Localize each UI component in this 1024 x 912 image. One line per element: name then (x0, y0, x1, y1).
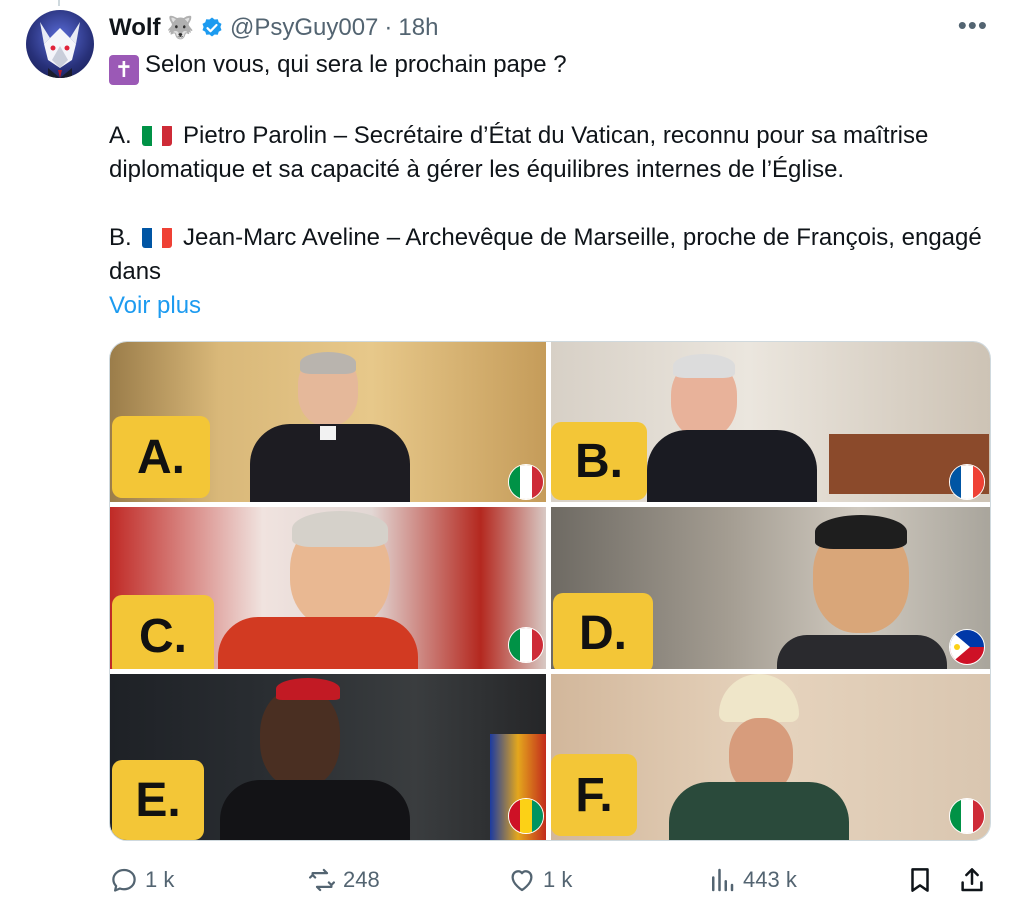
views-button[interactable]: 443 k (707, 860, 797, 900)
author-handle[interactable]: @PsyGuy007 (230, 14, 378, 42)
views-count: 443 k (743, 867, 797, 892)
photo-d[interactable]: D. (551, 507, 990, 669)
post-time[interactable]: 18h (398, 14, 438, 42)
separator-dot: · (384, 14, 393, 41)
heart-icon (511, 870, 533, 892)
france-flag-icon (142, 226, 173, 248)
post-text: ✝ Selon vous, qui sera le prochain pape ?… (109, 48, 989, 323)
avatar[interactable] (26, 10, 94, 78)
post-line-question: ✝ Selon vous, qui sera le prochain pape ? (109, 48, 989, 85)
label-e: E. (112, 760, 204, 840)
media-image-grid[interactable]: A. B. C. D. E. F. (109, 341, 991, 841)
option-b-text: B. Jean-Marc Aveline – Archevêque de Mar… (109, 224, 982, 285)
verified-badge-icon (202, 17, 222, 37)
italy-flag-icon (508, 464, 544, 500)
label-f: F. (551, 754, 637, 836)
label-d: D. (553, 593, 653, 669)
more-options-icon[interactable]: ••• (958, 10, 988, 40)
label-b: B. (551, 422, 647, 500)
photo-b[interactable]: B. (551, 342, 990, 502)
italy-flag-icon (142, 124, 173, 146)
reply-icon (112, 868, 136, 892)
like-button[interactable]: 1 k (507, 860, 572, 900)
photo-c[interactable]: C. (110, 507, 546, 669)
repost-count: 248 (343, 867, 380, 892)
reply-count: 1 k (145, 867, 175, 892)
reply-button[interactable]: 1 k (109, 860, 174, 900)
option-a-text: A. Pietro Parolin – Secrétaire d’État du… (109, 122, 929, 183)
italy-flag-icon (949, 798, 985, 834)
france-flag-icon (949, 464, 985, 500)
author-name[interactable]: Wolf (109, 14, 161, 42)
grid-divider (110, 502, 990, 507)
share-icon (961, 868, 983, 892)
share-button[interactable] (957, 860, 987, 900)
bookmark-icon (911, 868, 929, 892)
action-bar: 1 k 248 1 k 443 k (109, 860, 989, 900)
photo-e[interactable]: E. (110, 674, 546, 840)
guinea-flag-icon (508, 798, 544, 834)
post-header: Wolf 🐺 @PsyGuy007 · 18h (109, 10, 438, 46)
latin-cross-icon: ✝ (109, 55, 139, 85)
bookmark-button[interactable] (905, 860, 935, 900)
views-chart-icon (712, 868, 734, 892)
repost-icon (309, 868, 335, 892)
see-more-link[interactable]: Voir plus (109, 292, 201, 319)
label-c: C. (112, 595, 214, 669)
thread-connector (58, 0, 60, 6)
grid-divider (110, 669, 990, 674)
photo-f[interactable]: F. (551, 674, 990, 840)
like-count: 1 k (543, 867, 573, 892)
italy-flag-icon (508, 627, 544, 663)
philippines-flag-icon (949, 629, 985, 665)
grid-divider (546, 342, 551, 840)
repost-button[interactable]: 248 (307, 860, 380, 900)
photo-a[interactable]: A. (110, 342, 546, 502)
wolf-emoji-icon: 🐺 (166, 15, 194, 40)
label-a: A. (112, 416, 210, 498)
